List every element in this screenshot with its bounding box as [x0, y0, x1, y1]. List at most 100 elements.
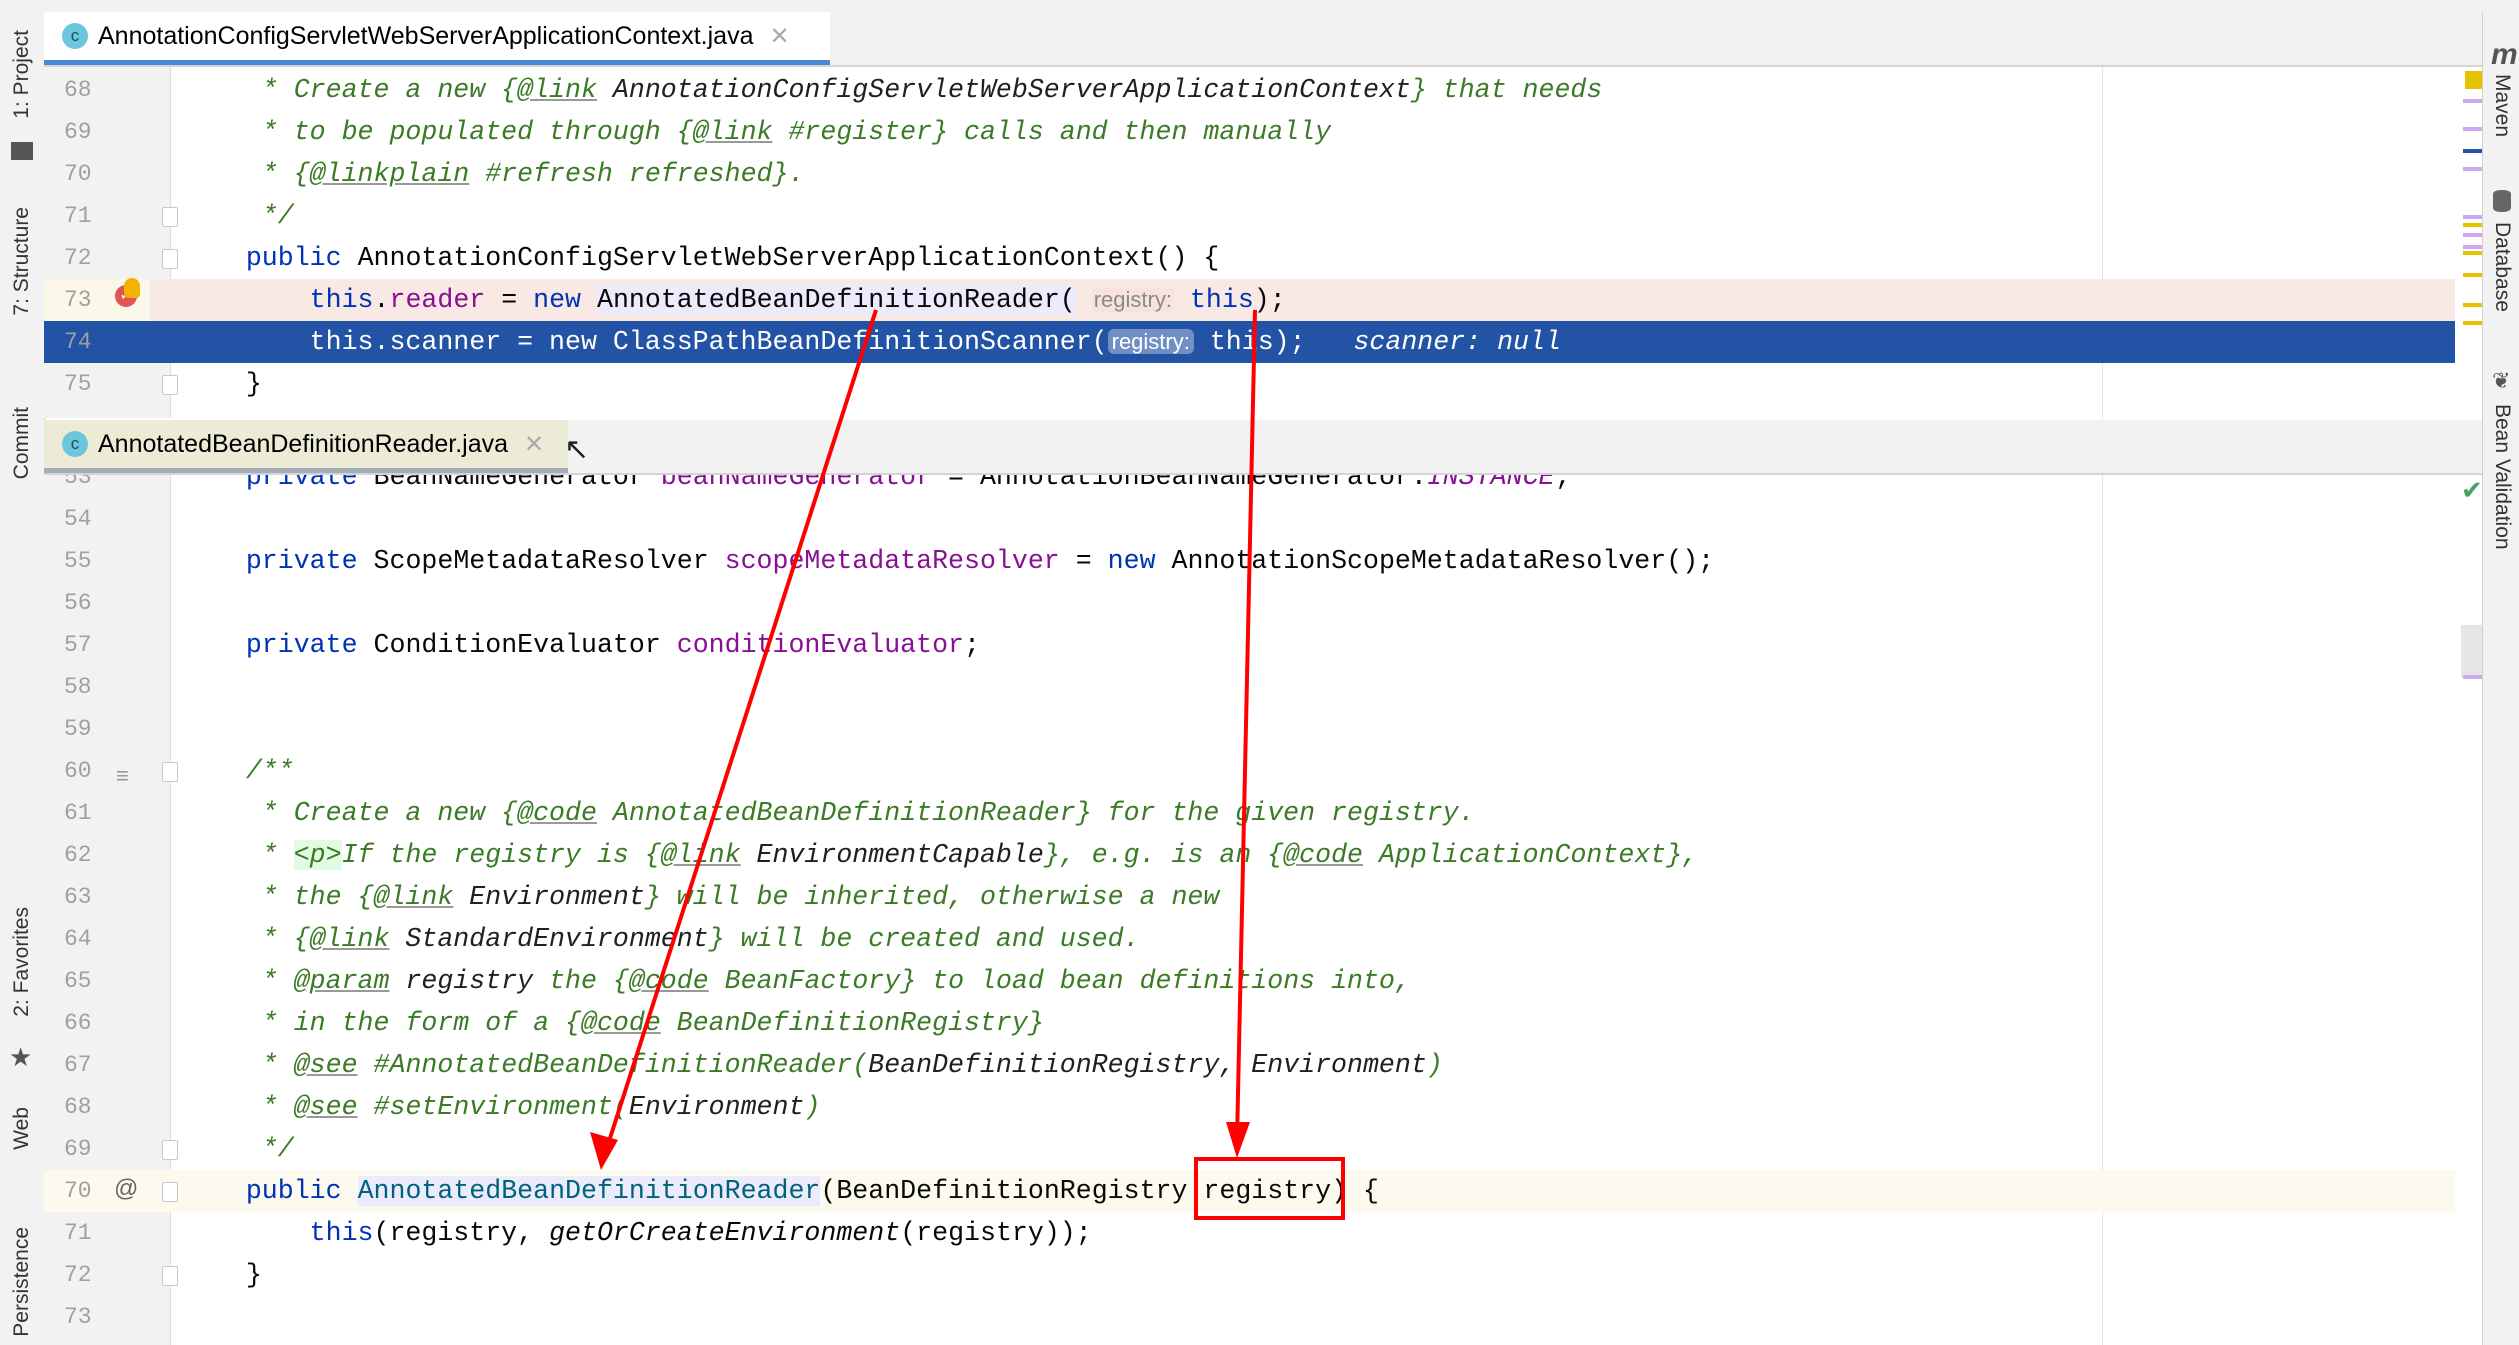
line-number[interactable]: 67	[64, 1044, 92, 1086]
line-number[interactable]: 68	[64, 1086, 92, 1128]
code-line[interactable]: 57 private ConditionEvaluator conditionE…	[44, 624, 2455, 666]
fold-marker-icon[interactable]	[162, 1140, 178, 1160]
code-token: .	[373, 285, 390, 315]
toolwindow-bean-validation[interactable]: Bean Validation	[2490, 404, 2514, 550]
line-number[interactable]: 64	[64, 918, 92, 960]
fold-marker-icon[interactable]	[162, 207, 178, 227]
line-number[interactable]: 69	[64, 111, 92, 153]
line-number[interactable]: 57	[64, 624, 92, 666]
code-token: @link	[309, 924, 390, 954]
line-number[interactable]: 75	[64, 363, 92, 405]
line-number[interactable]: 58	[64, 666, 92, 708]
code-text: * {@linkplain #refresh refreshed}.	[182, 153, 805, 195]
code-line[interactable]: 60 /**	[44, 750, 2455, 792]
annotation-at-icon[interactable]: @	[114, 1175, 138, 1203]
tab-annotation-config-context[interactable]: c AnnotationConfigServletWebServerApplic…	[44, 12, 830, 65]
toolwindow-favorites[interactable]: 2: Favorites	[10, 907, 34, 1017]
line-number[interactable]: 55	[64, 540, 92, 582]
code-line[interactable]: 69 * to be populated through {@link #reg…	[44, 111, 2455, 153]
code-token: AnnotationConfigServletWebServerApplicat…	[596, 75, 1411, 105]
toolwindow-structure[interactable]: 7: Structure	[10, 207, 34, 316]
line-number[interactable]: 65	[64, 960, 92, 1002]
code-line[interactable]: 73 this.reader = new AnnotatedBeanDefini…	[44, 279, 2455, 321]
implementations-icon[interactable]: ≡	[116, 763, 129, 789]
line-number[interactable]: 70	[64, 153, 92, 195]
editor-bottom[interactable]: 53 private BeanNameGenerator beanNameGen…	[44, 475, 2482, 1345]
line-number[interactable]: 74	[64, 321, 92, 363]
fold-marker-icon[interactable]	[162, 249, 178, 269]
line-number[interactable]: 72	[64, 237, 92, 279]
code-line[interactable]: 56	[44, 582, 2455, 624]
line-number[interactable]: 71	[64, 1212, 92, 1254]
code-line[interactable]: 71 */	[44, 195, 2455, 237]
fold-marker-icon[interactable]	[162, 375, 178, 395]
code-line[interactable]: 68 * @see #setEnvironment(Environment)	[44, 1086, 2455, 1128]
code-line[interactable]: 67 * @see #AnnotatedBeanDefinitionReader…	[44, 1044, 2455, 1086]
line-number[interactable]: 61	[64, 792, 92, 834]
line-number[interactable]: 53	[64, 475, 92, 498]
line-number[interactable]: 59	[64, 708, 92, 750]
line-number[interactable]: 66	[64, 1002, 92, 1044]
code-line[interactable]: 72 public AnnotationConfigServletWebServ…	[44, 237, 2455, 279]
toolwindow-project[interactable]: 1: Project	[10, 30, 34, 119]
code-line[interactable]: 65 * @param registry the {@code BeanFact…	[44, 960, 2455, 1002]
code-line[interactable]: 70 * {@linkplain #refresh refreshed}.	[44, 153, 2455, 195]
code-line[interactable]: 53 private BeanNameGenerator beanNameGen…	[44, 475, 2455, 498]
toolwindow-database[interactable]: Database	[2490, 222, 2514, 312]
code-token: @link	[660, 840, 741, 870]
close-icon[interactable]: ✕	[524, 430, 544, 459]
toolwindow-commit[interactable]: Commit	[10, 407, 34, 479]
code-line[interactable]: 66 * in the form of a {@code BeanDefinit…	[44, 1002, 2455, 1044]
code-line[interactable]: 54	[44, 498, 2455, 540]
editor-top[interactable]: 68 * Create a new {@link AnnotationConfi…	[44, 67, 2482, 418]
line-number[interactable]: 63	[64, 876, 92, 918]
code-text: * @see #setEnvironment(Environment)	[182, 1086, 821, 1128]
line-number[interactable]: 69	[64, 1128, 92, 1170]
code-line[interactable]: 74 this.scanner = new ClassPathBeanDefin…	[44, 321, 2455, 363]
code-line[interactable]: 70 public AnnotatedBeanDefinitionReader(…	[44, 1170, 2455, 1212]
close-icon[interactable]: ✕	[769, 22, 789, 51]
tab-annotated-bean-definition-reader[interactable]: c AnnotatedBeanDefinitionReader.java ✕	[44, 420, 568, 473]
code-line[interactable]: 72 }	[44, 1254, 2455, 1296]
code-line[interactable]: 68 * Create a new {@link AnnotationConfi…	[44, 69, 2455, 111]
code-text: * @param registry the {@code BeanFactory…	[182, 960, 1411, 1002]
fold-marker-icon[interactable]	[162, 762, 178, 782]
code-line[interactable]: 58	[44, 666, 2455, 708]
line-number[interactable]: 68	[64, 69, 92, 111]
fold-marker-icon[interactable]	[162, 1266, 178, 1286]
line-number[interactable]: 56	[64, 582, 92, 624]
code-line[interactable]: 62 * <p>If the registry is {@link Enviro…	[44, 834, 2455, 876]
code-line[interactable]: 55 private ScopeMetadataResolver scopeMe…	[44, 540, 2455, 582]
code-token: <p>	[293, 840, 342, 870]
line-number[interactable]: 73	[64, 1296, 92, 1338]
code-token: }, e.g. is an {	[1043, 840, 1284, 870]
toolwindow-web[interactable]: Web	[10, 1107, 34, 1150]
toolwindow-persistence[interactable]: Persistence	[10, 1227, 34, 1337]
code-line[interactable]: 69 */	[44, 1128, 2455, 1170]
line-number[interactable]: 70	[64, 1170, 92, 1212]
code-text: */	[182, 195, 294, 237]
line-number[interactable]: 54	[64, 498, 92, 540]
error-stripe[interactable]: ✔	[2455, 475, 2482, 1345]
code-line[interactable]: 61 * Create a new {@code AnnotatedBeanDe…	[44, 792, 2455, 834]
toolwindow-maven[interactable]: Maven	[2490, 74, 2514, 137]
code-line[interactable]: 71 this(registry, getOrCreateEnvironment…	[44, 1212, 2455, 1254]
code-line[interactable]: 64 * {@link StandardEnvironment} will be…	[44, 918, 2455, 960]
code-line[interactable]: 63 * the {@link Environment} will be inh…	[44, 876, 2455, 918]
code-token: public	[245, 1176, 342, 1206]
line-number[interactable]: 62	[64, 834, 92, 876]
code-token: #setEnvironment(	[357, 1092, 629, 1122]
warning-indicator-icon[interactable]	[2465, 71, 2482, 89]
lightbulb-icon[interactable]	[124, 278, 140, 298]
error-stripe[interactable]	[2455, 67, 2482, 418]
line-number[interactable]: 60	[64, 750, 92, 792]
line-number[interactable]: 72	[64, 1254, 92, 1296]
code-line[interactable]: 59	[44, 708, 2455, 750]
code-line[interactable]: 73	[44, 1296, 2455, 1338]
code-line[interactable]: 75 }	[44, 363, 2455, 405]
fold-marker-icon[interactable]	[162, 1182, 178, 1202]
line-number[interactable]: 71	[64, 195, 92, 237]
scrollbar-thumb[interactable]	[2461, 625, 2482, 677]
